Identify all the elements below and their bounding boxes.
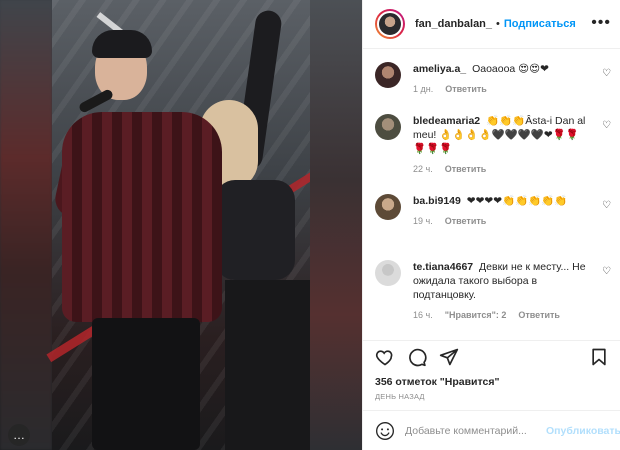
post-actions xyxy=(363,340,620,372)
post-photo[interactable]: … xyxy=(0,0,362,450)
commenter-avatar[interactable] xyxy=(375,260,401,286)
comment-time[interactable]: 1 дн. xyxy=(413,82,433,96)
commenter-username[interactable]: te.tiana4667 xyxy=(413,261,473,273)
commenter-avatar[interactable] xyxy=(375,62,401,88)
comment-item: bledeamaria2 👏👏👏Âsta-i Dan al meu! 👌👌👌👌🖤… xyxy=(375,114,611,186)
comment-body: bledeamaria2 👏👏👏Âsta-i Dan al meu! 👌👌👌👌🖤… xyxy=(413,114,589,176)
follow-button[interactable]: Подписаться xyxy=(504,18,576,30)
comment-body: ba.bi9149 ❤❤❤❤👏👏👏👏👏 19 ч. Ответить xyxy=(413,194,589,228)
comment-meta: 16 ч. "Нравится": 2 Ответить xyxy=(413,308,589,322)
reply-button[interactable]: Ответить xyxy=(445,214,487,228)
commenter-avatar[interactable] xyxy=(375,194,401,220)
author-avatar-ring[interactable] xyxy=(375,9,405,39)
comment-input[interactable] xyxy=(405,424,543,437)
comment-text: ❤❤❤❤👏👏👏👏👏 xyxy=(466,195,568,207)
commenter-username[interactable]: ba.bi9149 xyxy=(413,195,461,207)
emoji-icon[interactable] xyxy=(375,421,395,441)
comment-item: ba.bi9149 ❤❤❤❤👏👏👏👏👏 19 ч. Ответить ♡ xyxy=(375,194,611,246)
comment-icon[interactable] xyxy=(407,347,427,372)
ellipsis-icon[interactable]: ••• xyxy=(591,14,611,32)
dancer-legs xyxy=(225,280,310,450)
reply-button[interactable]: Ответить xyxy=(445,162,487,176)
author-avatar xyxy=(377,11,403,37)
reply-button[interactable]: Ответить xyxy=(518,308,560,322)
header-separator: • xyxy=(496,18,500,30)
post-comment-button[interactable]: Опубликовать xyxy=(546,425,620,437)
comment-meta: 19 ч. Ответить xyxy=(413,214,589,228)
comment-meta: 22 ч. Ответить xyxy=(413,162,589,176)
comment-time[interactable]: 22 ч. xyxy=(413,162,433,176)
comment-text: Оаоаооа 😍😍❤ xyxy=(472,63,549,75)
heart-icon[interactable]: ♡ xyxy=(602,68,611,79)
reply-button[interactable]: Ответить xyxy=(445,82,487,96)
commenter-avatar[interactable] xyxy=(375,114,401,140)
photo-more-badge[interactable]: … xyxy=(8,424,30,446)
comment-time[interactable]: 19 ч. xyxy=(413,214,433,228)
heart-icon[interactable]: ♡ xyxy=(602,266,611,277)
comment-item: te.tiana4667 Девки не к месту... Не ожид… xyxy=(375,260,611,330)
add-comment-bar: Опубликовать xyxy=(363,410,620,450)
post-time[interactable]: ДЕНЬ НАЗАД xyxy=(375,392,425,401)
comment-meta: 1 дн. Ответить xyxy=(413,82,589,96)
photo-blur-right xyxy=(310,0,362,450)
dancer-body xyxy=(215,180,295,280)
author-username[interactable]: fan_danbalan_ xyxy=(415,18,492,30)
comment-item: ameliya.a_ Оаоаооа 😍😍❤ 1 дн. Ответить ♡ xyxy=(375,62,611,106)
likes-count[interactable]: 356 отметок "Нравится" xyxy=(375,376,499,388)
singer-shirt xyxy=(62,112,222,322)
share-icon[interactable] xyxy=(439,347,459,372)
comment-body: ameliya.a_ Оаоаооа 😍😍❤ 1 дн. Ответить xyxy=(413,62,589,96)
comments-list[interactable]: ameliya.a_ Оаоаооа 😍😍❤ 1 дн. Ответить ♡ … xyxy=(363,50,620,338)
post-side-panel: fan_danbalan_ • Подписаться ••• ameliya.… xyxy=(362,0,620,450)
heart-icon[interactable] xyxy=(375,347,395,372)
singer-pants xyxy=(92,318,200,450)
singer-hair xyxy=(92,30,152,58)
comment-body: te.tiana4667 Девки не к месту... Не ожид… xyxy=(413,260,589,322)
bookmark-icon[interactable] xyxy=(589,347,609,372)
photo-blur-left xyxy=(0,0,52,450)
heart-icon[interactable]: ♡ xyxy=(602,200,611,211)
commenter-username[interactable]: ameliya.a_ xyxy=(413,63,466,75)
comment-like-count[interactable]: "Нравится": 2 xyxy=(445,308,507,322)
comment-time[interactable]: 16 ч. xyxy=(413,308,433,322)
commenter-username[interactable]: bledeamaria2 xyxy=(413,115,480,127)
heart-icon[interactable]: ♡ xyxy=(602,120,611,131)
post-header: fan_danbalan_ • Подписаться ••• xyxy=(363,0,620,49)
